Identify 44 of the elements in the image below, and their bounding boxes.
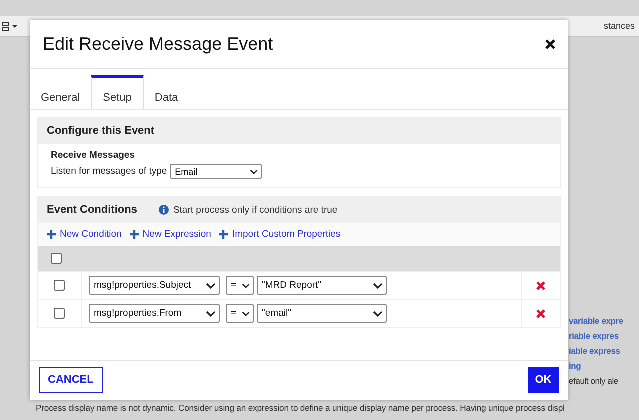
- plus-icon: [130, 230, 139, 239]
- add-link[interactable]: New Expression: [130, 229, 212, 240]
- value-dropdown[interactable]: "email": [257, 304, 387, 323]
- delete-icon[interactable]: [536, 280, 546, 290]
- expression-link[interactable]: variable expre: [569, 315, 624, 327]
- chevron-down-icon: [206, 310, 216, 316]
- expression-link[interactable]: riable expres: [569, 330, 619, 342]
- operator-dropdown[interactable]: =: [226, 276, 254, 295]
- delete-icon[interactable]: [536, 308, 546, 318]
- info-text: Start process only if conditions are true: [173, 204, 338, 216]
- field-label: Listen for messages of type: [51, 166, 168, 177]
- chevron-down-icon: [206, 282, 216, 288]
- add-link[interactable]: Import Custom Properties: [219, 229, 341, 240]
- chevron-down-icon: [250, 168, 258, 174]
- plus-icon: [47, 230, 56, 239]
- property-dropdown[interactable]: msg!properties.From: [89, 304, 220, 323]
- chevron-down-icon: [242, 310, 250, 316]
- section-heading: Event Conditions: [47, 204, 138, 216]
- section-heading: Configure this Event: [47, 125, 155, 137]
- plus-icon: [219, 230, 228, 239]
- notice-text: Process display name is not dynamic. Consider using an expression to define a unique display name per process. Having unique process displ: [36, 403, 565, 413]
- note-text: efault only ale: [569, 375, 618, 387]
- property-dropdown[interactable]: msg!properties.Subject: [89, 276, 220, 295]
- layout-icon[interactable]: [2, 22, 20, 30]
- expression-link[interactable]: iable express: [569, 345, 620, 357]
- row-checkbox[interactable]: [54, 308, 65, 319]
- chevron-down-icon: [373, 282, 383, 288]
- add-link[interactable]: New Condition: [47, 229, 122, 240]
- operator-dropdown[interactable]: =: [226, 304, 254, 323]
- cancel-button[interactable]: CANCEL: [39, 366, 103, 392]
- select-all-checkbox[interactable]: [51, 253, 62, 264]
- chevron-down-icon: [242, 282, 250, 288]
- tab[interactable]: Setup: [91, 75, 144, 109]
- subheading: Receive Messages: [51, 150, 136, 161]
- message-type-dropdown[interactable]: Email: [170, 164, 262, 179]
- row-checkbox[interactable]: [54, 280, 65, 291]
- dialog-title: Edit Receive Message Event: [43, 34, 274, 54]
- ok-button[interactable]: OK: [528, 366, 559, 392]
- info-icon: [159, 205, 170, 215]
- expression-link[interactable]: ing: [569, 360, 582, 372]
- close-icon[interactable]: [543, 36, 558, 52]
- toolbar-label: stances: [604, 21, 635, 31]
- value-dropdown[interactable]: "MRD Report": [257, 276, 387, 295]
- chevron-down-icon: [373, 310, 383, 316]
